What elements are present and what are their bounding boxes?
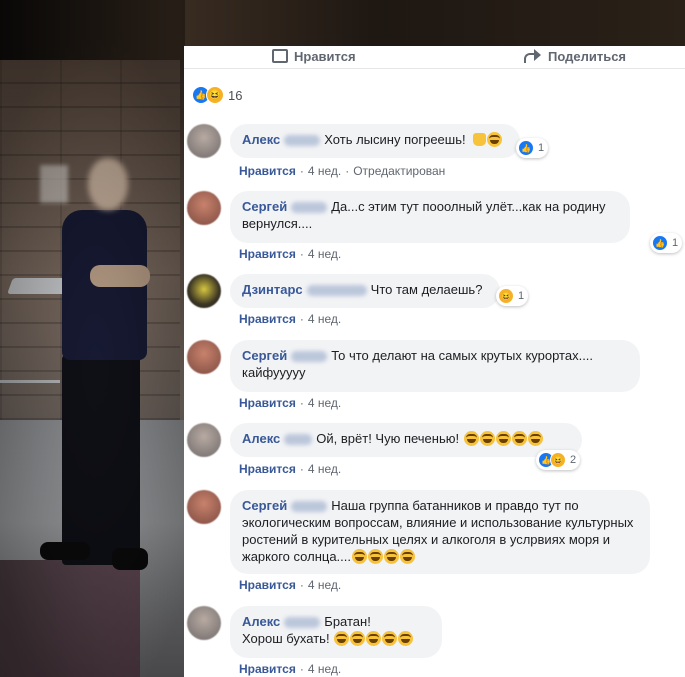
comment-bubble: Сергей Наша группа батанников и правдо ту… bbox=[230, 490, 650, 574]
comment-reactions[interactable]: 👍 1 bbox=[650, 233, 683, 253]
like-reaction-icon: 👍 bbox=[518, 140, 534, 156]
comment-time[interactable]: 4 нед. bbox=[308, 462, 341, 476]
comment-meta: Нравится · 4 нед. bbox=[239, 462, 342, 476]
thumbs-up-emoji-icon bbox=[473, 133, 487, 146]
comment-text-line2: Хорош бухать! bbox=[242, 631, 330, 646]
comment-bubble: Дзинтарс Что там делаешь? bbox=[230, 274, 500, 308]
post-reactions-summary[interactable]: 👍 😆 16 bbox=[192, 86, 242, 104]
comment-meta: Нравится · 4 нед. bbox=[239, 312, 342, 326]
redacted-surname bbox=[291, 351, 328, 363]
comment-author[interactable]: Алекс bbox=[242, 132, 280, 147]
comment-time[interactable]: 4 нед. bbox=[308, 247, 341, 261]
comment-bubble: Сергей Да...с этим тут пооолный улёт...ка… bbox=[230, 191, 630, 243]
laughing-emoji-icon bbox=[479, 431, 495, 446]
redacted-surname bbox=[291, 501, 328, 513]
laughing-emoji-icon bbox=[384, 549, 399, 564]
share-post-button[interactable]: Поделиться bbox=[524, 46, 626, 66]
comment-author[interactable]: Алекс bbox=[242, 614, 280, 629]
laughing-emoji-icon bbox=[368, 549, 383, 564]
avatar[interactable] bbox=[187, 340, 221, 374]
comment-meta: Нравится · 4 нед. bbox=[239, 247, 342, 261]
thumbs-up-icon bbox=[272, 49, 288, 63]
reactions-count: 16 bbox=[228, 87, 243, 103]
comment-author[interactable]: Сергей bbox=[242, 498, 287, 513]
comment-time[interactable]: 4 нед. bbox=[308, 662, 341, 676]
comment-author[interactable]: Сергей bbox=[242, 348, 287, 363]
comment-reaction-count: 2 bbox=[570, 454, 577, 466]
avatar[interactable] bbox=[187, 606, 221, 640]
laughing-emoji-icon bbox=[495, 431, 511, 446]
comment-like-link[interactable]: Нравится bbox=[239, 662, 296, 676]
comment-bubble: Алекс Ой, врёт! Чую печенью! bbox=[230, 423, 582, 457]
comment-meta: Нравится · 4 нед. bbox=[239, 662, 342, 676]
comment-reactions[interactable]: 👍 1 bbox=[516, 138, 549, 158]
laughing-emoji-icon bbox=[398, 631, 414, 646]
emoji-group bbox=[351, 548, 415, 565]
comment-text: Что там делаешь? bbox=[370, 282, 483, 297]
avatar[interactable] bbox=[187, 191, 221, 225]
like-post-button[interactable]: Нравится bbox=[272, 46, 356, 66]
laughing-emoji-icon bbox=[352, 549, 367, 564]
comment-meta: Нравится · 4 нед. bbox=[239, 396, 342, 410]
avatar[interactable] bbox=[187, 124, 221, 158]
comment-meta: Нравится · 4 нед. · Отредактирован bbox=[239, 164, 446, 178]
comment-like-link[interactable]: Нравится bbox=[239, 462, 296, 476]
comment-author[interactable]: Дзинтарс bbox=[242, 282, 303, 297]
comment-reaction-count: 1 bbox=[518, 290, 525, 302]
comment-time[interactable]: 4 нед. bbox=[308, 578, 341, 592]
comment-text-line1: Братан! bbox=[324, 614, 371, 629]
avatar[interactable] bbox=[187, 423, 221, 457]
comment-reactions[interactable]: 😆 1 bbox=[496, 286, 529, 306]
laughing-emoji-icon bbox=[400, 549, 415, 564]
comment-meta: Нравится · 4 нед. bbox=[239, 578, 342, 592]
facebook-comments-panel: Нравится Поделиться 👍 😆 16 Алекс Хоть лыс… bbox=[184, 46, 685, 677]
comment-reaction-count: 1 bbox=[672, 237, 679, 249]
emoji-group bbox=[463, 430, 543, 447]
haha-reaction-icon: 😆 bbox=[206, 86, 224, 104]
share-post-label: Поделиться bbox=[548, 48, 627, 64]
redacted-surname bbox=[306, 285, 367, 297]
vignette bbox=[0, 0, 185, 677]
comment-like-link[interactable]: Нравится bbox=[239, 312, 296, 326]
comment-author[interactable]: Алекс bbox=[242, 431, 280, 446]
redacted-surname bbox=[291, 202, 328, 214]
comment-like-link[interactable]: Нравится bbox=[239, 578, 296, 592]
laughing-emoji-icon bbox=[511, 431, 527, 446]
comment-bubble: Сергей То что делают на самых крутых куро… bbox=[230, 340, 640, 392]
avatar[interactable] bbox=[187, 490, 221, 524]
comment-bubble: Алекс Хоть лысину погреешь! bbox=[230, 124, 520, 158]
laughing-emoji-icon bbox=[350, 631, 366, 646]
emoji-group bbox=[333, 630, 414, 647]
comment-bubble: Алекс Братан! Хорош бухать! bbox=[230, 606, 442, 658]
comment-author[interactable]: Сергей bbox=[242, 199, 287, 214]
comment-time[interactable]: 4 нед. bbox=[308, 396, 341, 410]
laughing-emoji-icon bbox=[487, 132, 503, 147]
comment-text: Ой, врёт! Чую печенью! bbox=[316, 431, 460, 446]
redacted-surname bbox=[284, 617, 321, 629]
haha-reaction-icon: 😆 bbox=[498, 288, 514, 304]
comment-reaction-count: 1 bbox=[538, 142, 545, 154]
comment-text: Хоть лысину погреешь! bbox=[324, 132, 466, 147]
share-arrow-icon bbox=[524, 49, 542, 63]
laughing-emoji-icon bbox=[366, 631, 382, 646]
redacted-surname bbox=[284, 135, 321, 147]
laughing-emoji-icon bbox=[334, 631, 350, 646]
laughing-emoji-icon bbox=[527, 431, 543, 446]
redacted-surname bbox=[284, 434, 313, 446]
haha-reaction-icon: 😆 bbox=[550, 452, 566, 468]
like-reaction-icon: 👍 bbox=[652, 235, 668, 251]
comment-time[interactable]: 4 нед. bbox=[308, 312, 341, 326]
comment-like-link[interactable]: Нравится bbox=[239, 247, 296, 261]
like-post-label: Нравится bbox=[294, 48, 356, 64]
comment-time[interactable]: 4 нед. bbox=[308, 164, 341, 178]
comment-reactions[interactable]: 👍 😆 2 bbox=[536, 450, 581, 470]
post-actions-bar: Нравится Поделиться bbox=[184, 46, 685, 69]
avatar[interactable] bbox=[187, 274, 221, 308]
laughing-emoji-icon bbox=[463, 431, 479, 446]
comment-like-link[interactable]: Нравится bbox=[239, 396, 296, 410]
comment-edited: Отредактирован bbox=[353, 164, 446, 178]
laughing-emoji-icon bbox=[382, 631, 398, 646]
comment-like-link[interactable]: Нравится bbox=[239, 164, 296, 178]
